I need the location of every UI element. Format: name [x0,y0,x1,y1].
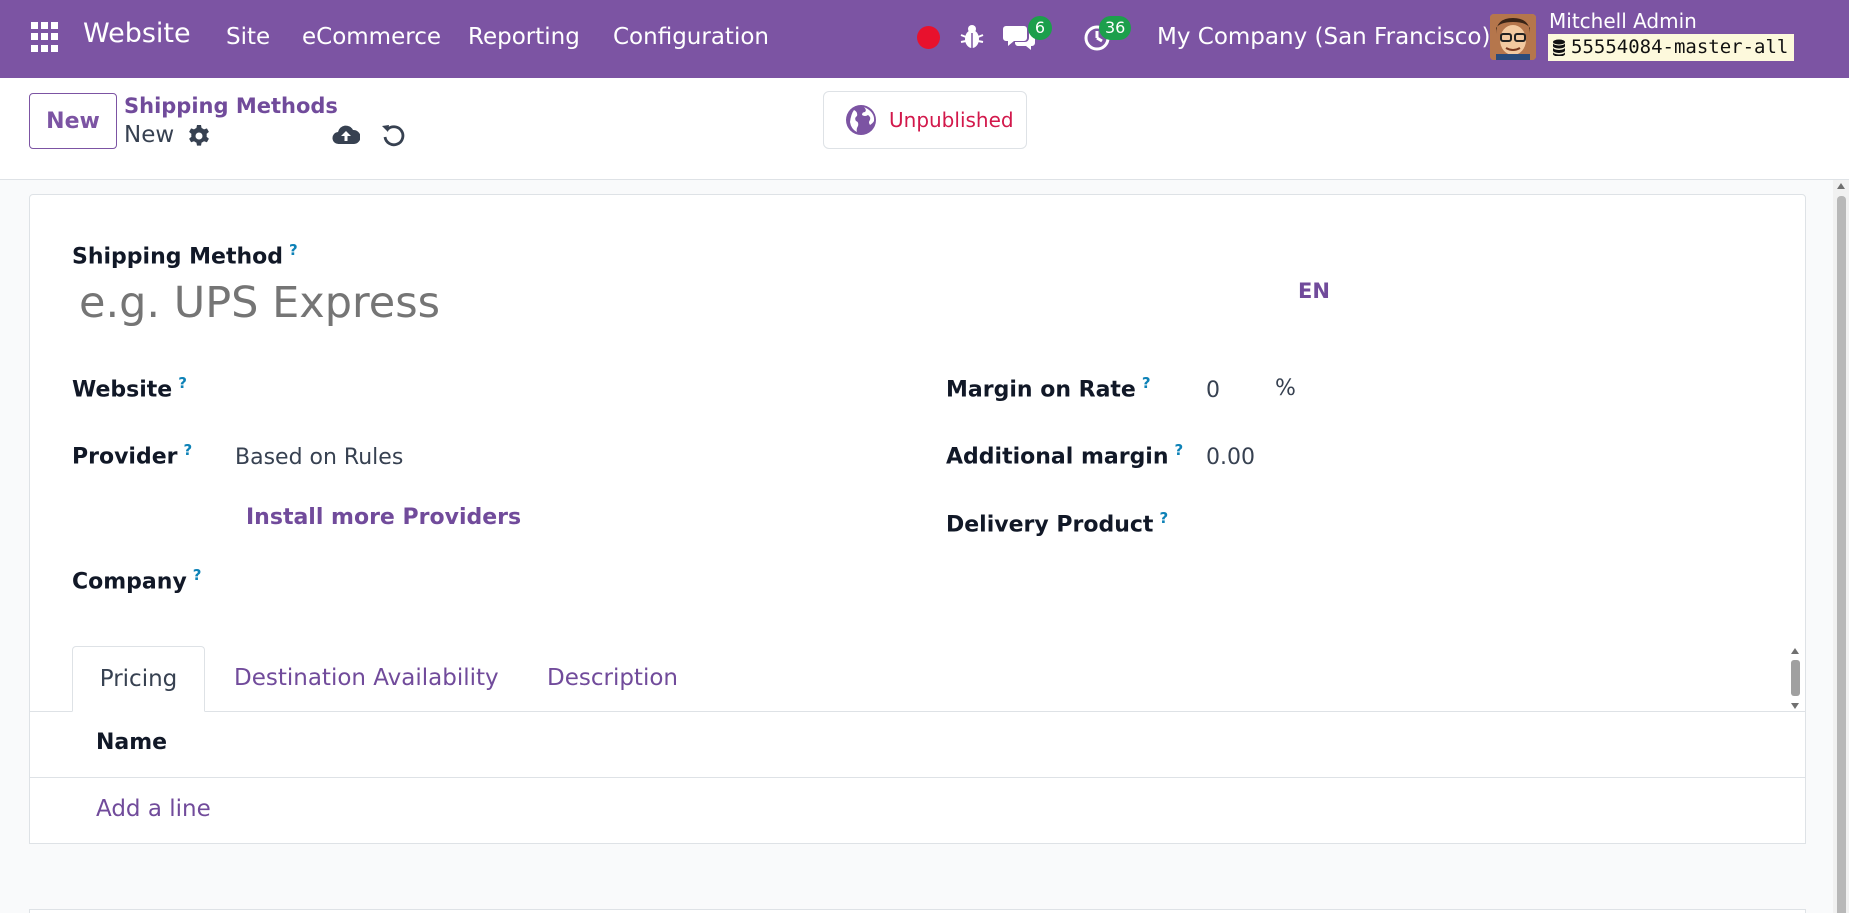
tabs-scrollbar[interactable] [1788,648,1802,710]
help-icon[interactable]: ? [1175,441,1184,459]
activity-count-badge: 36 [1099,16,1132,40]
help-icon[interactable]: ? [289,241,298,259]
margin-rate-unit: % [1275,376,1296,401]
app-brand[interactable]: Website [83,18,191,49]
margin-rate-label: Margin on Rate? [946,374,1151,403]
tab-description[interactable]: Description [547,646,678,712]
additional-margin-input[interactable]: 0.00 [1206,445,1255,470]
publish-status: Unpublished [889,108,1014,132]
company-label: Company? [72,566,202,595]
add-line-link[interactable]: Add a line [96,796,211,822]
help-icon[interactable]: ? [193,566,202,584]
help-icon[interactable]: ? [178,374,187,392]
menu-reporting[interactable]: Reporting [468,24,580,50]
shipping-method-name-input[interactable] [79,278,1259,328]
user-avatar[interactable] [1490,14,1536,60]
language-button[interactable]: EN [1298,279,1330,303]
top-navbar: Website Site eCommerce Reporting Configu… [0,0,1849,78]
page-scrollbar[interactable] [1833,180,1849,913]
debug-bug-icon[interactable] [960,24,984,50]
control-panel: New Shipping Methods New Unpublished [0,78,1849,180]
provider-select[interactable]: Based on Rules [235,445,403,470]
user-name[interactable]: Mitchell Admin [1549,9,1697,33]
database-icon [1553,39,1565,56]
additional-margin-label: Additional margin? [946,441,1184,470]
publish-toggle-button[interactable]: Unpublished [823,91,1027,149]
database-name: 55554084-master-all [1571,36,1789,58]
help-icon[interactable]: ? [1142,374,1151,392]
website-label: Website? [72,374,187,403]
menu-configuration[interactable]: Configuration [613,24,769,50]
menu-site[interactable]: Site [226,24,270,50]
record-indicator-icon[interactable] [917,26,940,49]
app-menu-icon[interactable] [31,22,62,53]
breadcrumb-shipping-methods[interactable]: Shipping Methods [124,94,338,118]
gear-icon[interactable] [187,124,211,148]
tab-pricing[interactable]: Pricing [72,646,205,712]
column-name-header[interactable]: Name [96,730,167,755]
help-icon[interactable]: ? [184,441,193,459]
notebook-tabs: Pricing Destination Availability Descrip… [29,646,1806,712]
pricing-table-header: Name [29,712,1806,778]
table-row: Add a line [29,778,1806,844]
database-badge: 55554084-master-all [1548,34,1795,61]
shipping-method-label: Shipping Method? [72,241,298,270]
table-row [29,844,1806,910]
chat-count-badge: 6 [1028,16,1052,40]
breadcrumb-current: New [124,122,175,148]
provider-label: Provider? [72,441,193,470]
cloud-save-icon[interactable] [332,122,360,148]
margin-rate-input[interactable]: 0 [1206,378,1220,403]
new-record-button[interactable]: New [29,93,117,149]
help-icon[interactable]: ? [1159,509,1168,527]
install-providers-link[interactable]: Install more Providers [246,505,521,530]
delivery-product-label: Delivery Product? [946,509,1169,538]
discard-undo-icon[interactable] [380,122,406,148]
menu-ecommerce[interactable]: eCommerce [302,24,441,50]
tab-destination-availability[interactable]: Destination Availability [234,646,499,712]
globe-icon [846,105,876,135]
company-switcher[interactable]: My Company (San Francisco) [1157,24,1490,50]
